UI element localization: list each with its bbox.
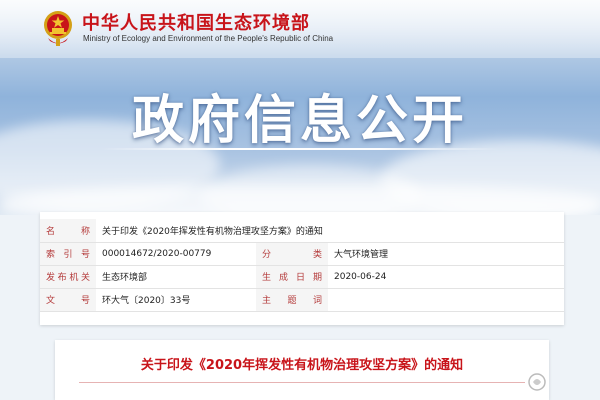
notice-divider bbox=[79, 382, 525, 383]
info-label: 主 题 词 bbox=[256, 288, 328, 312]
document-info-table: 名 称 关于印发《2020年挥发性有机物治理攻坚方案》的通知 索 引 号 000… bbox=[40, 219, 564, 312]
table-row: 发布机关 生态环境部 生成日期 2020-06-24 bbox=[40, 265, 564, 289]
info-value: 大气环境管理 bbox=[328, 242, 564, 266]
cloud bbox=[0, 185, 600, 215]
ministry-name-cn[interactable]: 中华人民共和国生态环境部 bbox=[82, 9, 310, 35]
info-label: 索 引 号 bbox=[40, 242, 96, 266]
ministry-header: 中华人民共和国生态环境部 Ministry of Ecology and Env… bbox=[0, 0, 600, 58]
info-value: 000014672/2020-00779 bbox=[96, 242, 256, 266]
table-row: 名 称 关于印发《2020年挥发性有机物治理攻坚方案》的通知 bbox=[40, 219, 564, 243]
info-value: 关于印发《2020年挥发性有机物治理攻坚方案》的通知 bbox=[96, 219, 564, 243]
info-label: 生成日期 bbox=[256, 265, 328, 289]
table-row: 文 号 环大气〔2020〕33号 主 题 词 bbox=[40, 288, 564, 312]
table-row: 索 引 号 000014672/2020-00779 分 类 大气环境管理 bbox=[40, 242, 564, 266]
info-label: 发布机关 bbox=[40, 265, 96, 289]
notice-card: 关于印发《2020年挥发性有机物治理攻坚方案》的通知 bbox=[55, 340, 549, 400]
info-value: 生态环境部 bbox=[96, 265, 256, 289]
info-label: 文 号 bbox=[40, 288, 96, 312]
info-label: 名 称 bbox=[40, 219, 96, 243]
info-label: 分 类 bbox=[256, 242, 328, 266]
title-divider bbox=[100, 148, 500, 150]
watermark-logo-icon bbox=[528, 373, 546, 391]
info-value: 2020-06-24 bbox=[328, 265, 564, 289]
info-value bbox=[328, 288, 564, 312]
info-value: 环大气〔2020〕33号 bbox=[96, 288, 256, 312]
national-emblem-icon[interactable] bbox=[42, 8, 74, 48]
banner-title: 政府信息公开 bbox=[131, 91, 468, 151]
ministry-name-en: Ministry of Ecology and Environment of t… bbox=[83, 34, 334, 43]
document-info-card: 名 称 关于印发《2020年挥发性有机物治理攻坚方案》的通知 索 引 号 000… bbox=[40, 212, 564, 325]
notice-title: 关于印发《2020年挥发性有机物治理攻坚方案》的通知 bbox=[140, 358, 464, 373]
